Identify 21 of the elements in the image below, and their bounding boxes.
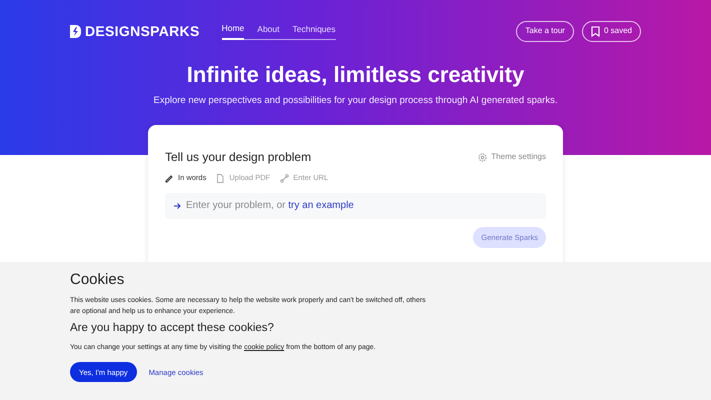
saved-button[interactable]: 0 saved xyxy=(582,20,641,42)
hero-title: Infinite ideas, limitless creativity xyxy=(186,62,526,88)
pencil-icon xyxy=(165,174,174,183)
bookmark-icon xyxy=(590,26,600,36)
gear-icon xyxy=(478,152,488,162)
nav-link[interactable]: Home xyxy=(222,22,244,40)
theme-settings-link[interactable]: Theme settings xyxy=(478,151,546,164)
link-icon xyxy=(280,174,290,183)
nav-link[interactable]: About xyxy=(257,22,280,39)
brand-name[interactable]: DESIGNSPARKS xyxy=(85,20,200,42)
cookie-title: Cookies xyxy=(70,271,126,289)
tour-button[interactable]: Take a tour xyxy=(516,20,574,42)
hero-subtitle: Explore new perspectives and possibilities for your design process through AI generated sparks. xyxy=(152,94,558,108)
bolt-logo-icon xyxy=(70,24,81,38)
file-icon xyxy=(216,174,226,183)
cookie-question: Are you happy to accept these cookies? xyxy=(70,322,275,336)
card-title: Tell us your design problem xyxy=(165,150,312,164)
nav-link[interactable]: Techniques xyxy=(292,22,336,39)
example-link[interactable]: try an example xyxy=(288,200,354,212)
arrow-right-icon xyxy=(173,202,182,210)
prompt-field[interactable]: Enter your problem, or try an example xyxy=(165,192,546,219)
